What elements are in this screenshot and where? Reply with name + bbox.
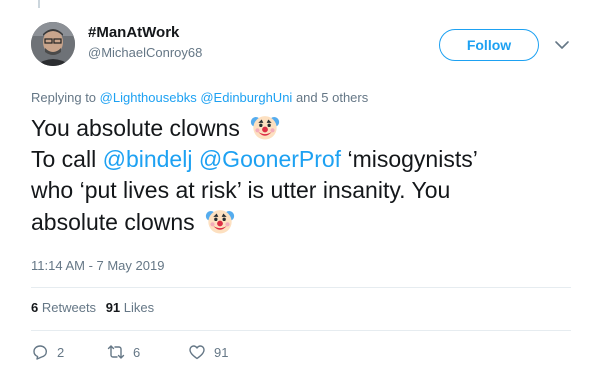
retweets-stat[interactable]: 6 Retweets — [31, 300, 100, 315]
tweet-text-line-4: absolute clowns — [31, 206, 576, 238]
chevron-down-icon[interactable] — [554, 38, 570, 52]
clown-face-icon — [251, 116, 280, 140]
retweets-count: 6 — [31, 300, 39, 315]
reply-mention-lighthousebks[interactable]: @Lighthousebks — [100, 90, 197, 105]
divider — [31, 287, 571, 288]
follow-button[interactable]: Follow — [439, 29, 539, 61]
reply-button[interactable]: 2 — [31, 343, 64, 361]
tweet-actions: 2 6 91 — [31, 343, 331, 363]
retweets-label: Retweets — [41, 300, 97, 315]
replying-to-line: Replying to @Lighthousebks @EdinburghUni… — [31, 90, 368, 105]
tweet-text-line-1: You absolute clowns — [31, 112, 576, 144]
mention-goonerprof[interactable]: @GoonerProf — [199, 146, 341, 172]
reply-count: 2 — [57, 344, 65, 360]
clown-face-icon — [205, 210, 235, 234]
retweet-icon — [107, 345, 125, 359]
likes-label: Likes — [123, 300, 155, 315]
tweet-text-segment: absolute clowns — [31, 209, 195, 235]
engagement-stats: 6 Retweets 91 Likes — [31, 300, 160, 315]
tweet-card: #ManAtWork @MichaelConroy68 Follow Reply… — [0, 0, 600, 383]
user-photo-icon — [31, 22, 75, 66]
replying-to-label: Replying to — [31, 90, 97, 105]
tweet-text: You absolute clowns To call @bindelj @Go… — [31, 112, 576, 238]
thread-connector-line — [38, 0, 40, 8]
tweet-text-line-3: who ‘put lives at risk’ is utter insanit… — [31, 177, 451, 203]
user-handle[interactable]: @MichaelConroy68 — [88, 45, 202, 60]
reply-mention-edinburghuni[interactable]: @EdinburghUni — [200, 90, 292, 105]
heart-icon — [189, 345, 205, 360]
tweet-timestamp[interactable]: 11:14 AM - 7 May 2019 — [31, 258, 164, 273]
mention-bindelj[interactable]: @bindelj — [103, 146, 193, 172]
reply-icon — [33, 345, 47, 360]
likes-stat[interactable]: 91 Likes — [106, 300, 154, 315]
likes-count: 91 — [105, 300, 121, 315]
tweet-text-segment: To call — [31, 146, 97, 172]
retweet-button[interactable]: 6 — [107, 343, 140, 361]
like-button[interactable]: 91 — [188, 343, 228, 361]
retweet-count: 6 — [133, 344, 141, 360]
reply-others-label[interactable]: and 5 others — [296, 90, 368, 105]
like-count: 91 — [214, 344, 229, 360]
tweet-text-segment: ‘misogynists’ — [347, 146, 478, 172]
display-name[interactable]: #ManAtWork — [88, 24, 179, 41]
divider — [31, 330, 571, 331]
tweet-text-segment: You absolute clowns — [31, 115, 240, 141]
avatar[interactable] — [31, 22, 75, 66]
tweet-text-line-2: To call @bindelj @GoonerProf ‘misogynist… — [31, 144, 576, 175]
